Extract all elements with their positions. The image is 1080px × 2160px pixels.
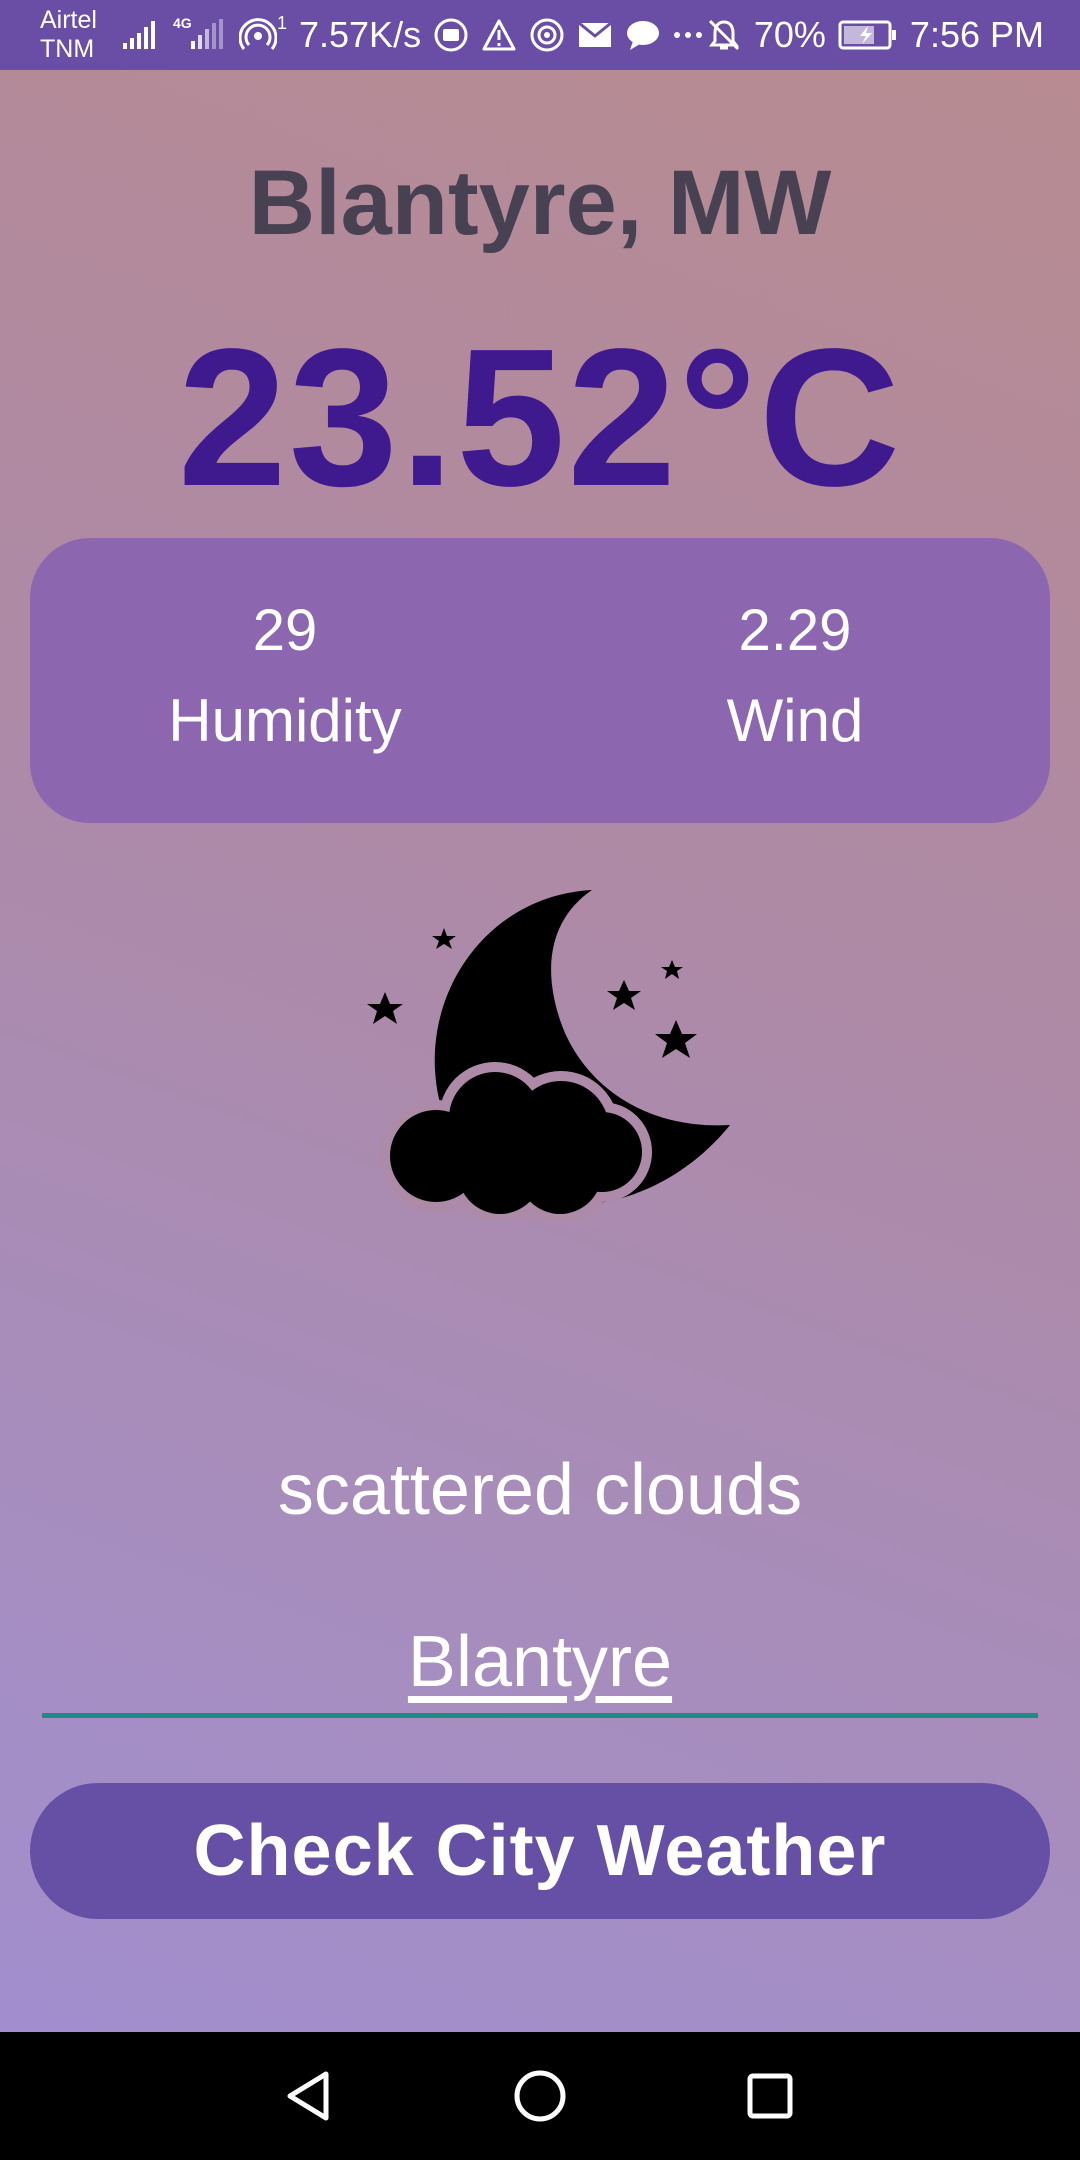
- more-icon: [674, 32, 703, 38]
- carrier-line2: TNM: [40, 35, 95, 63]
- wind-label: Wind: [726, 686, 864, 754]
- signal-icon: [122, 21, 155, 49]
- warning-icon: [482, 19, 516, 51]
- carrier: Airtel TNM: [40, 6, 97, 64]
- navigation-bar: [0, 2032, 1080, 2160]
- back-button[interactable]: [270, 2056, 350, 2136]
- weather-description: scattered clouds: [277, 1450, 803, 1530]
- home-button[interactable]: [500, 2056, 580, 2136]
- network-label: 4G: [172, 15, 192, 31]
- humidity-label: Humidity: [168, 686, 402, 754]
- screen-record-icon: [434, 18, 468, 52]
- wireless-icon: [530, 18, 564, 52]
- mute-icon: [708, 19, 739, 51]
- battery-percent: 70%: [753, 14, 826, 55]
- back-icon: [287, 2071, 329, 2121]
- hotspot-icon: [238, 18, 277, 50]
- humidity-value: 29: [252, 597, 318, 663]
- chat-icon: [627, 21, 660, 50]
- city-input[interactable]: [42, 1610, 1038, 1718]
- temperature-value: 23.52°C: [177, 308, 903, 527]
- weather-stats-card: 29 Humidity 2.29 Wind: [30, 538, 1050, 823]
- city-title: Blantyre, MW: [248, 152, 832, 254]
- status-bar: Airtel TNM 4G 1 7.57K/s 70% 7:56 PM: [0, 0, 1080, 70]
- recents-icon: [747, 2073, 793, 2119]
- hotspot-count: 1: [276, 13, 287, 33]
- status-icons-right: 70% 7:56 PM: [706, 14, 1044, 56]
- network-speed: 7.57K/s: [298, 14, 422, 55]
- wind-value: 2.29: [738, 597, 852, 663]
- lte-signal-icon: 4G: [173, 15, 227, 51]
- clock: 7:56 PM: [909, 14, 1044, 55]
- mail-icon: [578, 21, 613, 47]
- recents-button[interactable]: [730, 2056, 810, 2136]
- status-icons-left: 4G 1 7.57K/s: [121, 13, 706, 56]
- wind-stat: 2.29 Wind: [540, 538, 1050, 823]
- carrier-line1: Airtel: [40, 6, 97, 34]
- battery-icon: [838, 20, 896, 50]
- check-city-weather-button[interactable]: Check City Weather: [30, 1783, 1050, 1919]
- home-icon: [514, 2070, 566, 2122]
- moon-cloud-stars-icon: [367, 890, 730, 1220]
- humidity-stat: 29 Humidity: [30, 538, 540, 823]
